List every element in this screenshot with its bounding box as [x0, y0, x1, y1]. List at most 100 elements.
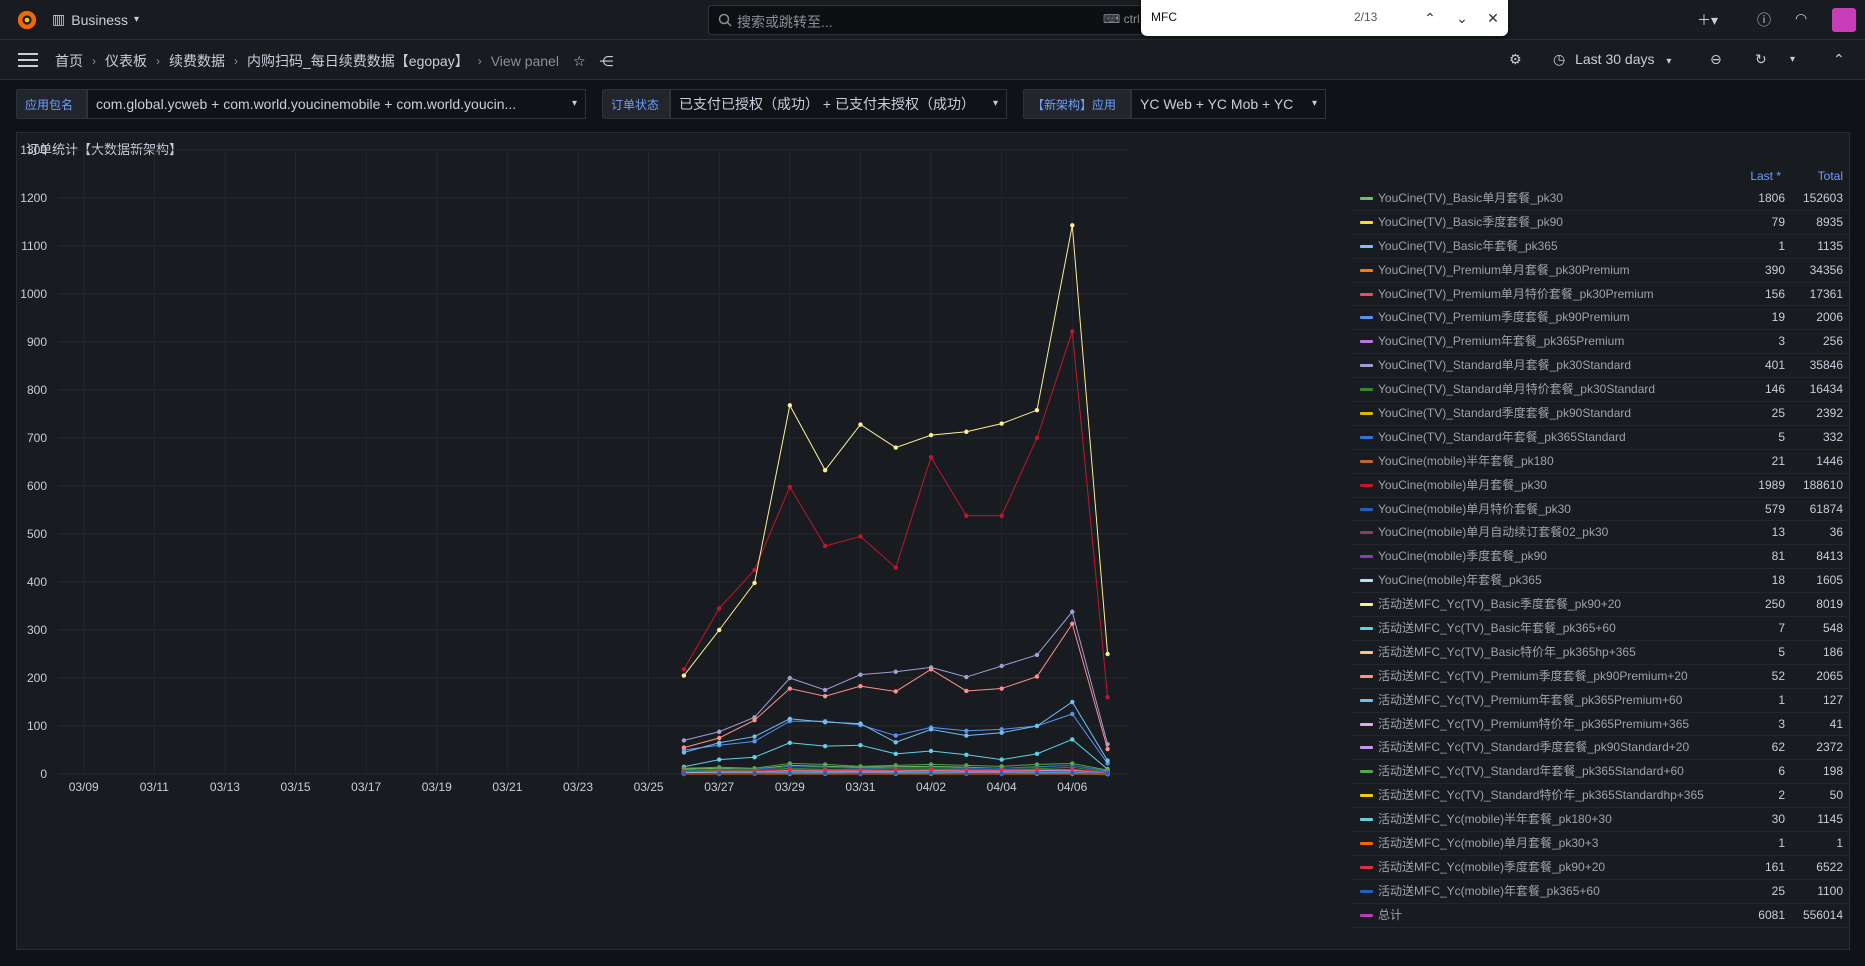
- legend-total-value: 186: [1822, 644, 1843, 659]
- org-name: Business: [71, 11, 129, 28]
- legend-row[interactable]: 活动送MFC_Yc(mobile)年套餐_pk365+60 25 1100: [1351, 880, 1849, 904]
- legend-row[interactable]: YouCine(TV)_Premium单月套餐_pk30Premium 390 34…: [1351, 259, 1849, 283]
- legend-swatch: [1360, 722, 1373, 726]
- legend-row[interactable]: 活动送MFC_Yc(TV)_Basic季度套餐_pk90+20 250 8019: [1351, 593, 1849, 618]
- legend-row[interactable]: 活动送MFC_Yc(TV)_Standard季度套餐_pk90Standard+…: [1351, 736, 1849, 761]
- legend-row[interactable]: 活动送MFC_Yc(TV)_Premium特价年_pk365Premium+36…: [1351, 713, 1849, 737]
- legend-row[interactable]: YouCine(TV)_Basic单月套餐_pk30 1806 152603: [1351, 187, 1849, 211]
- legend-row[interactable]: YouCine(mobile)单月套餐_pk30 1989 188610: [1351, 474, 1849, 498]
- legend-row[interactable]: 活动送MFC_Yc(TV)_Standard特价年_pk365Standardh…: [1351, 784, 1849, 809]
- find-close-icon[interactable]: ✕: [1482, 7, 1504, 29]
- legend-swatch: [1360, 244, 1373, 248]
- add-icon[interactable]: ＋▾: [1697, 10, 1718, 30]
- legend-row[interactable]: YouCine(TV)_Standard季度套餐_pk90Standard 25 2…: [1351, 402, 1849, 426]
- grafana-logo-icon[interactable]: [16, 9, 38, 31]
- refresh-icon[interactable]: ↻: [1755, 51, 1767, 68]
- legend-row[interactable]: YouCine(TV)_Premium单月特价套餐_pk30Premium 156…: [1351, 283, 1849, 307]
- variable-select-new-arch-app[interactable]: YC Web + YC Mob + YC ▾: [1131, 89, 1326, 119]
- time-range-picker[interactable]: ◷ Last 30 days ▾: [1553, 51, 1671, 68]
- clock-icon: ◷: [1553, 51, 1566, 67]
- legend-series-name: YouCine(TV)_Premium单月套餐_pk30Premium: [1378, 262, 1630, 277]
- find-input[interactable]: MFC: [1151, 10, 1177, 24]
- legend-row[interactable]: YouCine(mobile)单月自动续订套餐02_pk30 13 36: [1351, 521, 1849, 546]
- share-icon[interactable]: ⋲: [600, 53, 614, 70]
- legend-row[interactable]: YouCine(mobile)半年套餐_pk180 21 1446: [1351, 450, 1849, 474]
- legend-last-value: 156: [1764, 286, 1785, 301]
- legend-row[interactable]: YouCine(TV)_Standard单月套餐_pk30Standard 401…: [1351, 354, 1849, 379]
- find-prev-icon[interactable]: ⌃: [1419, 7, 1441, 29]
- legend-row[interactable]: YouCine(TV)_Basic季度套餐_pk90 79 8935: [1351, 211, 1849, 235]
- legend-last-value: 250: [1764, 597, 1785, 612]
- panel-order-stats: 订单统计【大数据新架构】 0 100 200 300 400 500 600 700 800 90…: [16, 132, 1850, 950]
- legend-swatch: [1360, 794, 1373, 798]
- zoom-out-icon[interactable]: ⊖: [1710, 51, 1722, 68]
- data-point: [717, 735, 722, 741]
- data-point: [717, 729, 722, 734]
- collapse-chevron-up-icon[interactable]: ⌃: [1833, 51, 1845, 68]
- legend-row[interactable]: YouCine(mobile)季度套餐_pk90 81 8413: [1351, 545, 1849, 570]
- breadcrumb-home[interactable]: 首页: [55, 51, 83, 71]
- legend-total-value: 198: [1822, 764, 1843, 779]
- data-point: [858, 764, 863, 769]
- legend-row[interactable]: YouCine(TV)_Premium年套餐_pk365Premium 3 256: [1351, 330, 1849, 355]
- variable-label-order-status: 订单状态: [602, 89, 670, 119]
- legend-series-name: YouCine(mobile)年套餐_pk365: [1378, 573, 1542, 588]
- legend-row[interactable]: 活动送MFC_Yc(mobile)半年套餐_pk180+30 30 1145: [1351, 808, 1849, 833]
- data-point: [681, 771, 687, 776]
- legend-row[interactable]: 总计 6081 556014: [1351, 904, 1849, 928]
- legend-row[interactable]: 活动送MFC_Yc(TV)_Basic特价年_pk365hp+365 5 186: [1351, 641, 1849, 665]
- chevron-down-icon: ▾: [992, 98, 998, 109]
- legend-swatch: [1360, 865, 1373, 869]
- data-point: [858, 534, 863, 539]
- legend-row[interactable]: YouCine(TV)_Standard单月特价套餐_pk30Standard 1…: [1351, 378, 1849, 403]
- x-tick-label: 03/19: [422, 780, 452, 794]
- star-icon[interactable]: ☆: [573, 53, 586, 70]
- data-point: [822, 687, 828, 693]
- legend-row[interactable]: YouCine(TV)_Basic年套餐_pk365 1 1135: [1351, 235, 1849, 259]
- settings-gear-icon[interactable]: ⚙: [1509, 51, 1522, 68]
- legend-row[interactable]: YouCine(TV)_Standard年套餐_pk365Standard 5 33…: [1351, 426, 1849, 450]
- data-point: [893, 689, 898, 694]
- refresh-interval-chevron-icon[interactable]: ▾: [1790, 54, 1795, 65]
- y-tick-label: 1300: [20, 143, 47, 157]
- breadcrumb-folder[interactable]: 续费数据: [169, 51, 225, 71]
- news-rss-icon[interactable]: ◠: [1795, 10, 1807, 27]
- legend-row[interactable]: 活动送MFC_Yc(TV)_Basic年套餐_pk365+60 7 548: [1351, 617, 1849, 641]
- data-point: [858, 672, 863, 677]
- legend-row[interactable]: 活动送MFC_Yc(mobile)单月套餐_pk30+3 1 1: [1351, 832, 1849, 856]
- legend-row[interactable]: YouCine(mobile)单月特价套餐_pk30 579 61874: [1351, 498, 1849, 522]
- legend-row[interactable]: 活动送MFC_Yc(TV)_Premium年套餐_pk365Premium+60…: [1351, 689, 1849, 713]
- legend-total-value: 332: [1822, 429, 1843, 444]
- legend-row[interactable]: 活动送MFC_Yc(TV)_Standard年套餐_pk365Standard+…: [1351, 760, 1849, 785]
- find-next-icon[interactable]: ⌄: [1451, 7, 1473, 29]
- series-line: [683, 622, 1109, 750]
- data-point: [752, 755, 757, 760]
- variable-select-app-package[interactable]: com.global.ycweb + com.world.youcinemobi…: [87, 89, 586, 119]
- search-icon: [718, 13, 732, 27]
- legend-header-total[interactable]: Total: [1818, 169, 1843, 183]
- search-bar[interactable]: 搜索或跳转至... ⌨ ctrl: [708, 5, 1148, 35]
- legend-row[interactable]: 活动送MFC_Yc(TV)_Premium季度套餐_pk90Premium+20…: [1351, 665, 1849, 689]
- x-tick-label: 03/17: [351, 780, 381, 794]
- legend-total-value: 34356: [1809, 262, 1843, 277]
- legend-row[interactable]: YouCine(TV)_Premium季度套餐_pk90Premium 19 200…: [1351, 306, 1849, 331]
- menu-icon[interactable]: [18, 53, 38, 67]
- breadcrumb-dashboard[interactable]: 内购扫码_每日续费数据【egopay】: [247, 51, 469, 71]
- legend-series-name: YouCine(TV)_Basic单月套餐_pk30: [1378, 191, 1563, 205]
- page-scrollbar[interactable]: [1851, 80, 1859, 950]
- data-point: [787, 770, 793, 776]
- legend-table: Last * Total YouCine(TV)_Basic单月套餐_pk30 1…: [1351, 169, 1849, 928]
- timeseries-chart[interactable]: 0 100 200 300 400 500 600 700 800 900 1000 1100 1200…: [17, 133, 1351, 951]
- user-avatar[interactable]: [1832, 8, 1856, 32]
- variable-value: com.global.ycweb + com.world.youcinemobi…: [96, 96, 517, 112]
- variable-select-order-status[interactable]: 已支付已授权（成功） + 已支付未授权（成功） ▾: [670, 89, 1007, 119]
- org-switcher[interactable]: ▥ Business ▾: [52, 11, 139, 28]
- breadcrumb-dashboards[interactable]: 仪表板: [105, 51, 147, 71]
- data-point: [822, 694, 828, 699]
- legend-header-last[interactable]: Last *: [1750, 169, 1781, 183]
- legend-row[interactable]: 活动送MFC_Yc(mobile)季度套餐_pk90+20 161 6522: [1351, 856, 1849, 880]
- data-point: [717, 606, 722, 611]
- legend-row[interactable]: YouCine(mobile)年套餐_pk365 18 1605: [1351, 569, 1849, 594]
- data-point: [928, 727, 934, 732]
- help-icon[interactable]: ⓘ: [1757, 10, 1771, 30]
